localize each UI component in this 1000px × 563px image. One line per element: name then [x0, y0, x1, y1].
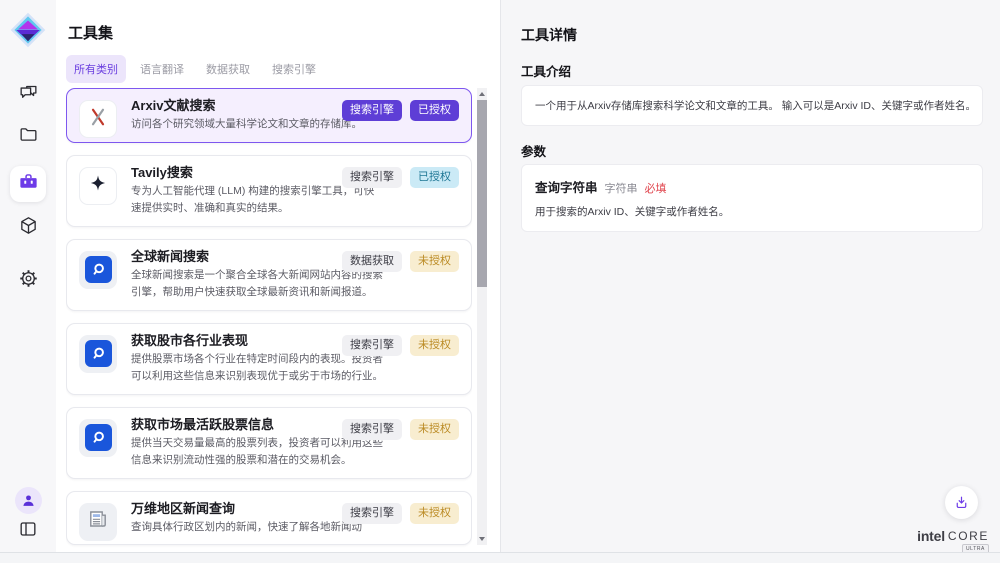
tool-card[interactable]: Tavily搜索 专为人工智能代理 (LLM) 构建的搜索引擎工具，可快速提供实… [66, 155, 472, 227]
tool-detail-panel: 工具详情 工具介绍 一个用于从Arxiv存储库搜索科学论文和文章的工具。 输入可… [500, 0, 1000, 552]
intro-text: 一个用于从Arxiv存储库搜索科学论文和文章的工具。 输入可以是Arxiv ID… [535, 98, 969, 113]
tool-icon-tile [79, 503, 117, 541]
tool-category-badge: 搜索引擎 [342, 335, 402, 356]
intel-core-logo: intel CORE ULTRA [917, 528, 989, 554]
sidebar-item-toolbox[interactable] [10, 166, 46, 202]
chat-icon [18, 83, 39, 109]
param-card: 查询字符串 字符串 必填 用于搜索的Arxiv ID、关键字或作者姓名。 [521, 164, 983, 232]
user-avatar[interactable] [15, 487, 42, 514]
intel-wordmark: intel [917, 528, 945, 544]
tool-auth-badge: 已授权 [410, 100, 459, 121]
category-tabs: 所有类别语言翻译数据获取搜索引擎 [66, 55, 324, 83]
tool-description: 提供当天交易量最高的股票列表，投资者可以利用这些信息来识别流动性强的股票和潜在的… [131, 435, 383, 470]
param-name: 查询字符串 [535, 177, 598, 196]
tool-description: 提供股票市场各个行业在特定时间段内的表现。投资者可以利用这些信息来识别表现优于或… [131, 351, 383, 386]
app-logo-gem-icon[interactable] [8, 10, 48, 50]
tool-card[interactable]: Arxiv文献搜索 访问各个研究领域大量科学论文和文章的存储库。 搜索引擎 已授… [66, 88, 472, 143]
person-icon [20, 492, 37, 509]
param-required-badge: 必填 [645, 180, 667, 196]
tool-card[interactable]: 全球新闻搜索 全球新闻搜索是一个聚合全球各大新闻网站内容的搜索引擎，帮助用户快速… [66, 239, 472, 311]
tool-icon-tile [79, 251, 117, 289]
news-search-icon [85, 256, 112, 283]
tab-data[interactable]: 数据获取 [198, 55, 258, 83]
gear-icon [18, 268, 39, 294]
arxiv-icon [86, 105, 110, 134]
cube-icon [18, 215, 39, 241]
tool-card[interactable]: 获取股市各行业表现 提供股票市场各个行业在特定时间段内的表现。投资者可以利用这些… [66, 323, 472, 395]
tool-card[interactable]: 万维地区新闻查询 查询具体行政区划内的新闻，快速了解各地新闻动 搜索引擎 未授权 [66, 491, 472, 546]
tool-category-badge: 搜索引擎 [342, 167, 402, 188]
news-search-icon [85, 340, 112, 367]
intro-heading: 工具介绍 [521, 61, 571, 80]
tool-icon-tile [79, 335, 117, 373]
toolbox-icon [18, 171, 39, 197]
tab-translate[interactable]: 语言翻译 [132, 55, 192, 83]
tool-category-badge: 搜索引擎 [342, 100, 402, 121]
sidebar-item-folder[interactable] [10, 119, 46, 155]
tavily-star-icon [86, 171, 110, 200]
tool-category-badge: 数据获取 [342, 251, 402, 272]
tool-list: Arxiv文献搜索 访问各个研究领域大量科学论文和文章的存储库。 搜索引擎 已授… [66, 88, 472, 552]
window-bottom-edge [0, 552, 1000, 563]
param-type: 字符串 [605, 180, 638, 196]
tool-description: 专为人工智能代理 (LLM) 构建的搜索引擎工具，可快速提供实时、准确和真实的结… [131, 183, 383, 218]
detail-title: 工具详情 [521, 25, 577, 45]
left-rail [0, 0, 56, 552]
tool-icon-tile [79, 167, 117, 205]
tool-list-panel: 工具集 所有类别语言翻译数据获取搜索引擎 Arxiv文献搜索 访问各个研究领域大… [56, 0, 500, 552]
tool-auth-badge: 已授权 [410, 167, 459, 188]
download-icon [953, 494, 970, 511]
sidebar-item-settings[interactable] [10, 263, 46, 299]
tool-card[interactable]: 获取市场最活跃股票信息 提供当天交易量最高的股票列表，投资者可以利用这些信息来识… [66, 407, 472, 479]
sidebar-collapse-icon[interactable] [18, 519, 38, 539]
tab-all[interactable]: 所有类别 [66, 55, 126, 83]
scroll-up-arrow[interactable] [477, 88, 487, 100]
tool-auth-badge: 未授权 [410, 251, 459, 272]
newspaper-icon [86, 507, 110, 536]
scrollbar-thumb[interactable] [477, 100, 487, 287]
core-wordmark: CORE [948, 529, 989, 543]
tool-category-badge: 搜索引擎 [342, 503, 402, 524]
scroll-down-arrow[interactable] [477, 533, 487, 545]
param-description: 用于搜索的Arxiv ID、关键字或作者姓名。 [535, 204, 969, 219]
download-button[interactable] [945, 486, 978, 519]
page-title: 工具集 [68, 22, 113, 43]
tool-icon-tile [79, 419, 117, 457]
sidebar-item-chat[interactable] [10, 78, 46, 114]
tool-icon-tile [79, 100, 117, 138]
tool-auth-badge: 未授权 [410, 503, 459, 524]
news-search-icon [85, 424, 112, 451]
folder-icon [18, 124, 39, 150]
list-scrollbar[interactable] [477, 88, 487, 545]
tool-auth-badge: 未授权 [410, 419, 459, 440]
tab-search[interactable]: 搜索引擎 [264, 55, 324, 83]
tool-auth-badge: 未授权 [410, 335, 459, 356]
app-window: 工具集 所有类别语言翻译数据获取搜索引擎 Arxiv文献搜索 访问各个研究领域大… [0, 0, 1000, 563]
intro-card: 一个用于从Arxiv存储库搜索科学论文和文章的工具。 输入可以是Arxiv ID… [521, 85, 983, 126]
tool-category-badge: 搜索引擎 [342, 419, 402, 440]
params-heading: 参数 [521, 141, 546, 160]
tool-description: 全球新闻搜索是一个聚合全球各大新闻网站内容的搜索引擎，帮助用户快速获取全球最新资… [131, 267, 383, 302]
sidebar-item-cube[interactable] [10, 210, 46, 246]
